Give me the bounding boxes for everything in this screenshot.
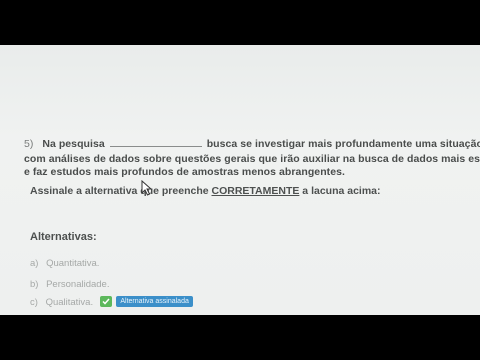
alternative-letter: b)	[30, 279, 39, 290]
instruction-emphasis: CORRETAMENTE	[211, 185, 300, 197]
question-line-2: com análises de dados sobre questões ger…	[24, 153, 480, 165]
screen: 5) Na pesquisa busca se investigar mais …	[0, 45, 480, 315]
alternative-letter: c)	[30, 297, 38, 309]
alternative-a[interactable]: a) Quantitativa.	[30, 258, 99, 269]
question-text-start: Na pesquisa	[42, 138, 105, 150]
alternative-text: Quantitativa.	[46, 258, 100, 269]
alternative-c[interactable]: c) Qualitativa. Alternativa assinalada	[30, 296, 193, 309]
alternative-text: Personalidade.	[46, 279, 110, 290]
answer-blank	[109, 137, 202, 147]
check-icon	[99, 296, 112, 307]
mouse-cursor-icon	[141, 180, 153, 196]
alternative-text: Qualitativa.	[45, 297, 94, 309]
question-number: 5)	[24, 138, 34, 150]
instruction-before: Assinale a alternativa que preenche	[30, 185, 212, 197]
alternative-letter: a)	[30, 258, 39, 269]
instruction-after: a lacuna acima:	[299, 185, 381, 197]
alternative-b[interactable]: b) Personalidade.	[30, 279, 109, 290]
instruction: Assinale a alternativa que preenche CORR…	[30, 185, 381, 197]
selected-answer-badge: Alternativa assinalada	[116, 296, 193, 307]
question-line-1: 5) Na pesquisa busca se investigar mais …	[24, 137, 480, 150]
question-line-3: e faz estudos mais profundos de amostras…	[24, 166, 345, 178]
alternatives-title: Alternativas:	[30, 231, 97, 243]
question-text-end: busca se investigar mais profundamente u…	[206, 138, 480, 150]
